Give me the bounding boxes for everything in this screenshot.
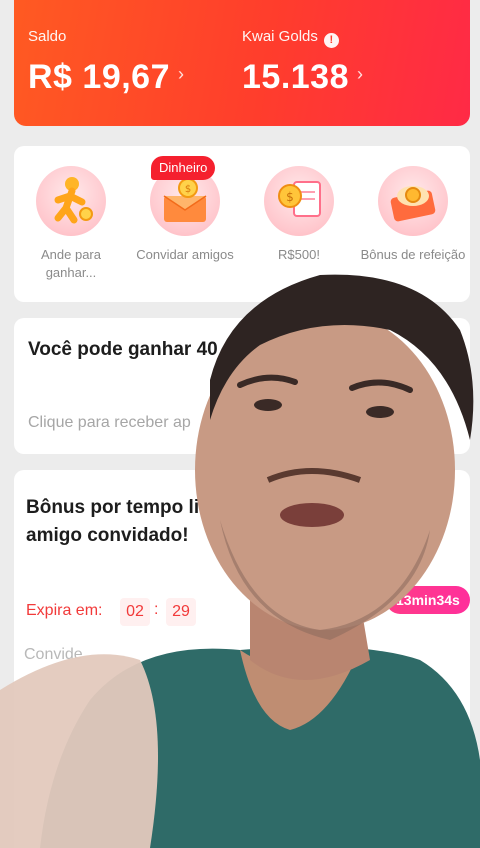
bonus-title: Bônus por tempo li Ganhe até R$34,00 ami… [26, 497, 374, 546]
feature-shortcuts-card: Ande para ganhar... $ Convidar amigos $ … [14, 146, 470, 302]
expiry-label: Expira em: [26, 602, 103, 619]
golds-amount: 15.138 [242, 58, 349, 96]
earn-title: Você pode ganhar 40 Golds na hora de co [28, 339, 406, 360]
feature-meal-bonus[interactable]: Bônus de refeição [356, 146, 470, 302]
food-plate-icon [378, 166, 448, 236]
limited-bonus-card[interactable]: Bônus por tempo li Ganhe até R$34,00 ami… [14, 470, 470, 848]
svg-text:$: $ [286, 190, 294, 204]
cash-badge: Dinheiro [151, 156, 216, 180]
feature-label: Bônus de refeição [360, 247, 466, 262]
golds-value: 15.138 › [242, 58, 364, 97]
coin-document-icon: $ [264, 166, 334, 236]
earn-golds-card[interactable]: Você pode ganhar 40 Golds na hora de co … [14, 318, 470, 454]
timer-hours: 02 [120, 598, 150, 626]
svg-text:$: $ [185, 184, 191, 195]
saldo-label: Saldo [28, 28, 67, 45]
golds-label: Kwai Golds! [242, 28, 339, 48]
info-icon[interactable]: ! [323, 33, 339, 48]
feature-label: Ande para ganhar... [41, 247, 101, 280]
timer-separator: : [154, 601, 159, 618]
walking-figure-icon [36, 166, 106, 236]
golds-label-text: Kwai Golds [242, 28, 318, 45]
saldo-amount: R$ 19,67 [28, 58, 170, 96]
chevron-right-icon: › [357, 64, 364, 84]
countdown-pill: 13min34s [386, 586, 470, 614]
feature-label: Convidar amigos [136, 247, 234, 262]
timer-minutes: 29 [166, 598, 196, 626]
feature-r500[interactable]: $ R$500! [242, 146, 356, 302]
earn-subtitle[interactable]: Clique para receber ap [28, 414, 191, 432]
feature-walk-to-earn[interactable]: Ande para ganhar... [14, 146, 128, 302]
feature-label: R$500! [278, 247, 320, 262]
balance-card: Saldo R$ 19,67 › Kwai Golds! 15.138 › [14, 0, 470, 126]
bonus-subtitle[interactable]: Convide [24, 646, 83, 664]
saldo-value: R$ 19,67 › [28, 58, 185, 97]
chevron-right-icon: › [178, 64, 185, 84]
